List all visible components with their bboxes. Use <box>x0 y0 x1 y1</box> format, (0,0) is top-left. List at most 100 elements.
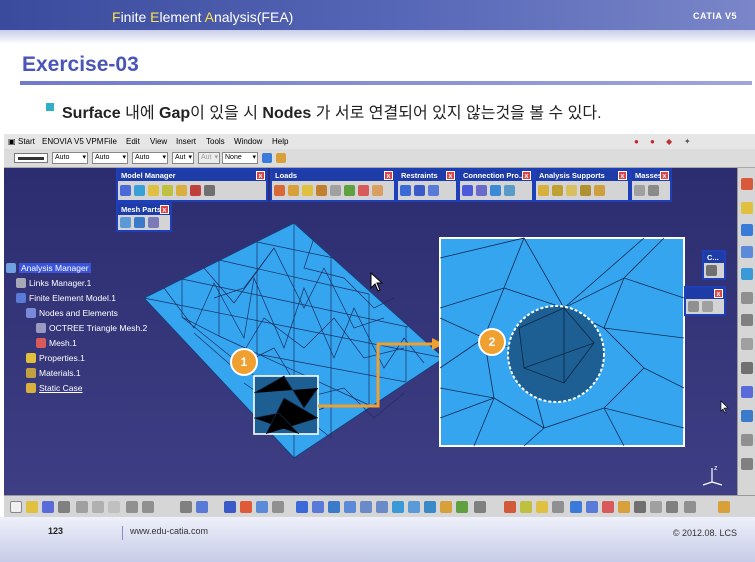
close-icon[interactable]: x <box>256 171 265 180</box>
load-icon[interactable] <box>316 185 327 196</box>
tool-icon[interactable] <box>706 265 717 276</box>
shading-icon[interactable] <box>424 501 436 513</box>
pan-icon[interactable] <box>328 501 340 513</box>
image-icon[interactable] <box>570 501 582 513</box>
layer-combo[interactable]: Aut <box>172 152 194 164</box>
formula-icon[interactable] <box>180 501 192 513</box>
cursor-tool-icon[interactable] <box>741 202 753 214</box>
close-icon[interactable]: x <box>660 171 669 180</box>
material-icon[interactable] <box>190 185 201 196</box>
3d-viewport[interactable]: 1 2 z Analysis Manager Links Manager.1 F… <box>4 168 737 495</box>
support-icon[interactable] <box>594 185 605 196</box>
connection-icon[interactable] <box>504 185 515 196</box>
app-red-icon-2[interactable]: ● <box>650 137 655 146</box>
mesh-icon[interactable] <box>134 185 145 196</box>
close-icon[interactable]: x <box>384 171 393 180</box>
tool-icon[interactable] <box>684 501 696 513</box>
close-icon[interactable]: x <box>446 171 455 180</box>
mass-icon[interactable] <box>634 185 645 196</box>
normal-view-icon[interactable] <box>392 501 404 513</box>
copy-icon[interactable] <box>92 501 104 513</box>
connection-icon[interactable] <box>490 185 501 196</box>
zoom-out-icon[interactable] <box>376 501 388 513</box>
menu-window[interactable]: Window <box>234 137 262 146</box>
tool-icon[interactable] <box>552 501 564 513</box>
load-icon[interactable] <box>372 185 383 196</box>
tree-item-octree[interactable]: OCTREE Triangle Mesh.2 <box>36 323 147 333</box>
tree-item-analysis-manager[interactable]: Analysis Manager <box>6 263 91 273</box>
mesh-icon[interactable] <box>120 185 131 196</box>
load-icon[interactable] <box>288 185 299 196</box>
undo-icon[interactable] <box>126 501 138 513</box>
connection-icon[interactable] <box>462 185 473 196</box>
fly-icon[interactable] <box>296 501 308 513</box>
mass-icon[interactable] <box>648 185 659 196</box>
support-icon[interactable] <box>552 185 563 196</box>
tool-icon[interactable] <box>256 501 268 513</box>
tool-icon[interactable] <box>520 501 532 513</box>
image-icon[interactable] <box>618 501 630 513</box>
new-icon[interactable] <box>10 501 22 513</box>
transparency-combo[interactable]: Auto <box>132 152 168 164</box>
clamp-icon[interactable] <box>400 185 411 196</box>
menu-edit[interactable]: Edit <box>126 137 140 146</box>
support-icon[interactable] <box>580 185 591 196</box>
hide-show-icon[interactable] <box>440 501 452 513</box>
tool-icon[interactable] <box>702 301 713 312</box>
close-icon[interactable]: x <box>522 171 531 180</box>
tool-icon[interactable] <box>536 501 548 513</box>
connection-icon[interactable] <box>476 185 487 196</box>
restraint-icon[interactable] <box>414 185 425 196</box>
style-combo[interactable]: None <box>222 152 258 164</box>
axis-compass-icon[interactable]: z <box>700 462 726 486</box>
support-icon[interactable] <box>566 185 577 196</box>
measure-icon[interactable] <box>224 501 236 513</box>
tool-icon[interactable] <box>741 386 753 398</box>
tool-icon[interactable] <box>474 501 486 513</box>
tool-icon[interactable] <box>741 314 753 326</box>
tree-item-properties[interactable]: Properties.1 <box>26 353 85 363</box>
print-icon[interactable] <box>58 501 70 513</box>
tree-item-mesh[interactable]: Mesh.1 <box>36 338 77 348</box>
tool-icon[interactable] <box>741 362 753 374</box>
menu-view[interactable]: View <box>150 137 167 146</box>
load-icon[interactable] <box>358 185 369 196</box>
app-icon-3[interactable]: ◆ <box>666 137 672 146</box>
load-icon[interactable] <box>344 185 355 196</box>
menu-start[interactable]: Start <box>18 137 35 146</box>
format-painter-icon[interactable] <box>276 153 286 163</box>
tool-icon[interactable] <box>688 301 699 312</box>
tool-icon[interactable] <box>272 501 284 513</box>
load-icon[interactable] <box>330 185 341 196</box>
menu-insert[interactable]: Insert <box>176 137 196 146</box>
paste-icon[interactable] <box>108 501 120 513</box>
fit-all-icon[interactable] <box>312 501 324 513</box>
line-thickness-combo[interactable]: Auto <box>52 152 88 164</box>
tree-item-static-case[interactable]: Static Case <box>26 383 82 393</box>
save-icon[interactable] <box>42 501 54 513</box>
line-color-swatch[interactable] <box>14 153 48 163</box>
menu-enovia[interactable]: ENOVIA V5 VPM <box>42 137 103 146</box>
mesh-part-icon[interactable] <box>148 217 159 228</box>
tree-item-materials[interactable]: Materials.1 <box>26 368 81 378</box>
tool-icon[interactable] <box>634 501 646 513</box>
image-icon[interactable] <box>602 501 614 513</box>
app-icon-4[interactable]: ✦ <box>684 137 691 146</box>
support-icon[interactable] <box>538 185 549 196</box>
tool-icon[interactable] <box>741 338 753 350</box>
tool-icon[interactable] <box>666 501 678 513</box>
footer-url[interactable]: www.edu-catia.com <box>130 526 208 536</box>
tool-icon[interactable] <box>741 410 753 422</box>
tool-icon[interactable] <box>741 434 753 446</box>
mesh-part-icon[interactable] <box>134 217 145 228</box>
load-icon[interactable] <box>274 185 285 196</box>
view-icon[interactable] <box>741 268 753 280</box>
mesh-part-icon[interactable] <box>120 217 131 228</box>
rotate-icon[interactable] <box>344 501 356 513</box>
tool-icon[interactable] <box>650 501 662 513</box>
compute-icon[interactable] <box>504 501 516 513</box>
tool-icon[interactable] <box>741 178 753 190</box>
tool-icon[interactable] <box>741 292 753 304</box>
close-icon[interactable]: x <box>160 205 169 214</box>
zoom-in-icon[interactable] <box>360 501 372 513</box>
